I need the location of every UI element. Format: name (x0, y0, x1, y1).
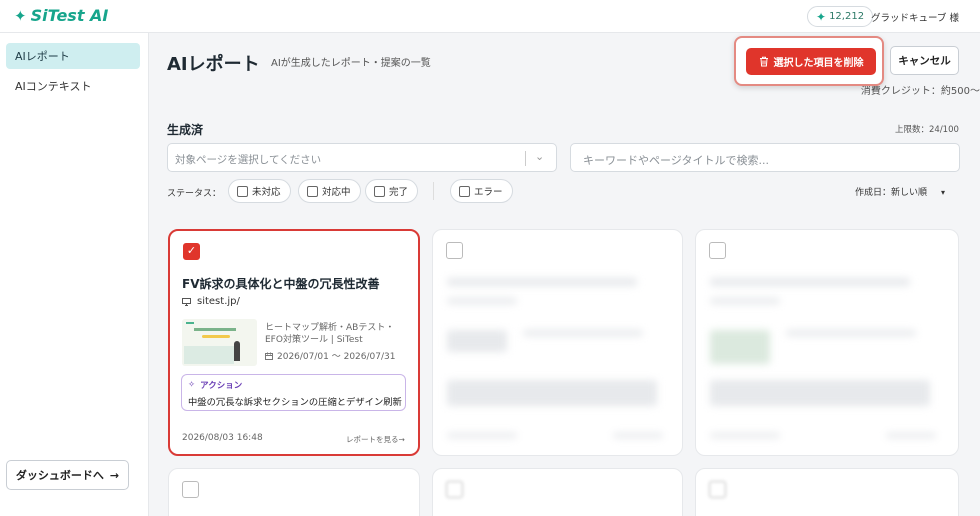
section-title: 生成済 (167, 123, 204, 137)
report-card-partial[interactable] (168, 468, 420, 516)
dashboard-button[interactable]: ダッシュボードへ → (6, 460, 129, 490)
action-label-text: アクション (200, 381, 243, 391)
card-checkbox[interactable] (709, 242, 726, 259)
card-checkbox[interactable] (709, 481, 726, 498)
sort-select[interactable]: 作成日：新しい順 ▾ (855, 185, 945, 198)
checkbox[interactable] (459, 185, 470, 197)
credit-balance[interactable]: ✦ 12,212 (807, 6, 874, 27)
top-header: ✦ SiTest AI ✦ 12,212 グラッドキューブ 様 (0, 0, 980, 33)
dashboard-button-label: ダッシュボードへ (15, 469, 104, 482)
created-date: 2026/08/03 16:48 (182, 433, 263, 443)
status-filter-label: 完了 (389, 187, 409, 198)
report-card-partial[interactable] (432, 468, 683, 516)
report-period: 2026/07/01 〜 2026/07/31 (265, 349, 395, 362)
arrow-right-icon: → (109, 468, 120, 482)
page-title: AIレポート (167, 54, 260, 75)
status-label: ステータス： (167, 189, 222, 199)
card-checkbox[interactable] (446, 481, 463, 498)
action-text: 中盤の冗長な訴求セクションの圧縮とデザイン刷新 (188, 397, 402, 408)
divider (433, 182, 434, 200)
status-filter-in-progress[interactable]: 対応中 (298, 179, 361, 203)
search-placeholder: キーワードやページタイトルで検索... (583, 154, 770, 167)
report-card-blurred[interactable] (695, 229, 959, 456)
card-checkbox[interactable] (446, 242, 463, 259)
sort-label: 作成日：新しい順 (855, 188, 928, 198)
status-filter-label: 未対応 (252, 187, 281, 198)
sparkle-icon: ✧ (188, 380, 196, 390)
calendar-icon (265, 352, 273, 360)
sparkle-icon: ✦ (14, 6, 27, 25)
user-name[interactable]: グラッドキューブ 様 (871, 10, 959, 24)
card-url: sitest.jp/ (182, 296, 240, 307)
logo[interactable]: ✦ SiTest AI (14, 6, 108, 25)
status-filter-label: 対応中 (322, 187, 351, 198)
card-title: FV訴求の具体化と中盤の冗長性改善 (182, 277, 380, 291)
checkbox[interactable] (374, 185, 385, 197)
card-checkbox[interactable] (182, 481, 199, 498)
sparkle-icon: ✦ (816, 9, 827, 24)
checkbox[interactable] (307, 185, 318, 197)
page-select[interactable]: 対象ページを選択してください ⌄ (167, 143, 557, 172)
card-checkbox-checked[interactable]: ✓ (183, 243, 200, 260)
action-label: ✧ アクション (188, 379, 242, 391)
report-card-blurred[interactable] (432, 229, 683, 456)
sidebar-item-label: AIレポート (15, 50, 70, 63)
status-filter-unhandled[interactable]: 未対応 (228, 179, 291, 203)
logo-text: SiTest AI (30, 6, 109, 25)
chevron-down-icon: ⌄ (535, 150, 545, 163)
page-description: ヒートマップ解析・ABテスト・EFO対策ツール | SiTest (265, 323, 395, 345)
status-filter-label: エラー (474, 187, 503, 198)
caret-down-icon: ▾ (941, 188, 946, 197)
action-box: ✧ アクション 中盤の冗長な訴求セクションの圧縮とデザイン刷新 (181, 374, 406, 411)
sidebar: AIレポート AIコンテキスト ダッシュボードへ → (0, 33, 149, 516)
main-content: AIレポート AIが生成したレポート・提案の一覧 消費クレジット：約500〜 選… (149, 33, 980, 516)
cancel-button[interactable]: キャンセル (890, 46, 959, 75)
limit-count: 上限数：24/100 (895, 125, 959, 135)
page-thumbnail (182, 319, 257, 366)
search-input[interactable]: キーワードやページタイトルで検索... (570, 143, 960, 172)
divider (525, 151, 526, 166)
card-url-text: sitest.jp/ (197, 296, 240, 307)
view-report-link[interactable]: レポートを見る→ (346, 434, 405, 445)
report-period-text: 2026/07/01 〜 2026/07/31 (277, 352, 396, 362)
status-filter-done[interactable]: 完了 (365, 179, 419, 203)
sidebar-item-ai-context[interactable]: AIコンテキスト (6, 73, 140, 99)
sidebar-item-label: AIコンテキスト (15, 80, 92, 93)
delete-popover: 選択した項目を削除 (734, 36, 884, 86)
report-card-partial[interactable] (695, 468, 959, 516)
delete-selected-button[interactable]: 選択した項目を削除 (746, 48, 876, 75)
trash-icon (759, 56, 768, 67)
credit-count: 12,212 (829, 11, 865, 22)
delete-button-label: 選択した項目を削除 (773, 58, 864, 69)
monitor-icon (182, 297, 191, 306)
page-select-placeholder: 対象ページを選択してください (175, 154, 322, 166)
page-subtitle: AIが生成したレポート・提案の一覧 (271, 58, 431, 69)
status-filter-error[interactable]: エラー (450, 179, 513, 203)
checkbox[interactable] (237, 185, 248, 197)
sidebar-item-ai-report[interactable]: AIレポート (6, 43, 140, 69)
report-card[interactable]: ✓ FV訴求の具体化と中盤の冗長性改善 sitest.jp/ ヒートマップ解析・… (168, 229, 420, 456)
